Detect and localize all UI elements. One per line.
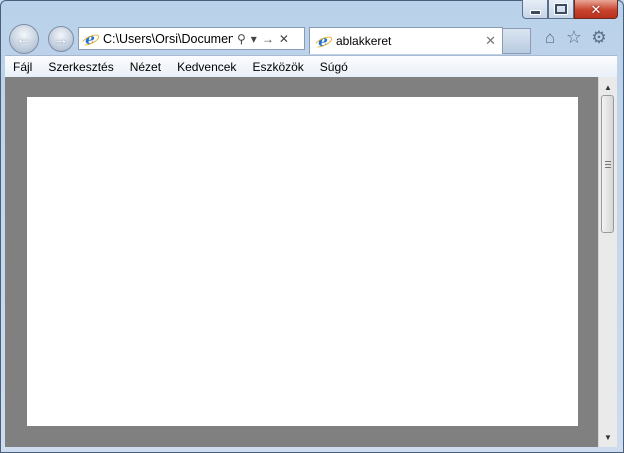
menu-view[interactable]: Nézet <box>122 57 169 77</box>
scrollbar-thumb[interactable] <box>601 95 614 233</box>
menu-file[interactable]: Fájl <box>5 57 40 77</box>
scroll-up-icon[interactable]: ▲ <box>599 79 617 95</box>
forward-arrow-icon: → <box>54 31 68 47</box>
back-button[interactable]: ← <box>9 24 39 54</box>
grip-icon <box>604 160 611 168</box>
maximize-button[interactable] <box>548 0 574 19</box>
window-caption-buttons: ✕ <box>522 0 618 20</box>
address-tools: ⚲ ▾ → ✕ <box>237 32 289 46</box>
address-bar[interactable]: e C:\Users\Orsi\Document ⚲ ▾ → ✕ <box>78 27 305 50</box>
close-tab-icon[interactable]: ✕ <box>485 33 496 49</box>
tab-title: ablakkeret <box>336 34 392 48</box>
home-icon[interactable]: ⌂ <box>540 28 560 48</box>
close-icon: ✕ <box>590 1 602 17</box>
gear-icon[interactable]: ⚙ <box>589 28 609 48</box>
stop-icon[interactable]: ✕ <box>279 32 289 46</box>
search-icon[interactable]: ⚲ <box>237 32 246 46</box>
menu-favorites[interactable]: Kedvencek <box>169 57 244 77</box>
vertical-scrollbar[interactable]: ▲ ▼ <box>598 77 617 447</box>
minimize-button[interactable] <box>522 0 548 19</box>
chevron-down-icon[interactable]: ▾ <box>251 32 257 46</box>
minimize-icon <box>529 9 541 15</box>
ie-page-icon: e <box>83 30 97 48</box>
menu-bar: Fájl Szerkesztés Nézet Kedvencek Eszközö… <box>5 55 617 77</box>
page-frame <box>27 97 578 426</box>
forward-button[interactable]: → <box>48 26 74 52</box>
menu-edit[interactable]: Szerkesztés <box>40 57 121 77</box>
content-area <box>5 77 598 447</box>
scroll-down-icon[interactable]: ▼ <box>599 429 617 445</box>
back-arrow-icon: ← <box>15 29 33 48</box>
maximize-icon <box>555 4 567 14</box>
favorites-star-icon[interactable]: ☆ <box>564 27 584 48</box>
new-tab-button[interactable] <box>503 28 531 54</box>
close-window-button[interactable]: ✕ <box>574 0 618 19</box>
tab-ablakkeret[interactable]: e ablakkeret ✕ <box>309 27 503 54</box>
ie-tab-icon: e <box>316 32 330 50</box>
address-input[interactable]: C:\Users\Orsi\Document <box>103 32 233 46</box>
menu-tools[interactable]: Eszközök <box>244 57 311 77</box>
menu-help[interactable]: Súgó <box>312 57 356 77</box>
go-arrow-icon[interactable]: → <box>262 32 274 46</box>
